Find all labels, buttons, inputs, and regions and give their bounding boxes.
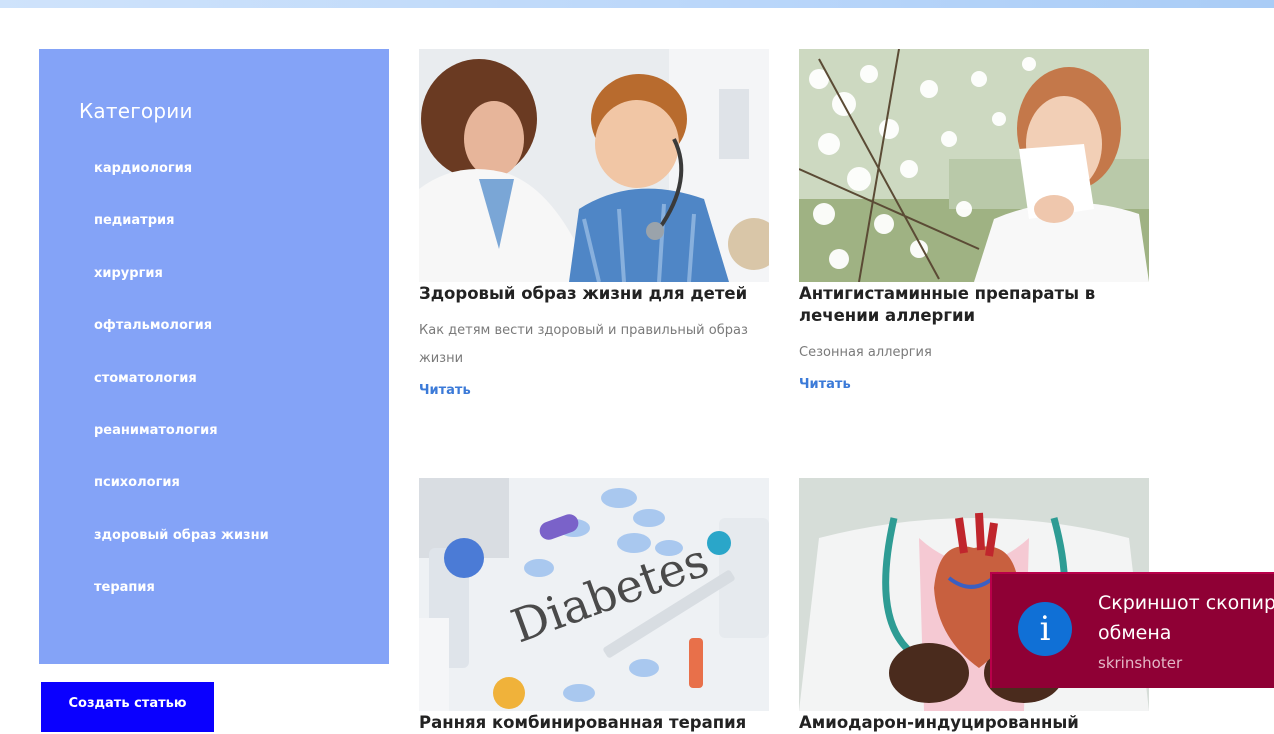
screenshot-toast[interactable]: i Скриншот скопир обмена skrinshoter xyxy=(990,572,1274,688)
article-title[interactable]: Ранняя комбинированная терапия xyxy=(419,712,769,734)
category-link[interactable]: стоматология xyxy=(94,370,269,422)
sidebar-title: Категории xyxy=(79,99,193,123)
toast-line-2: обмена xyxy=(1098,622,1172,644)
top-strip xyxy=(0,0,1274,8)
info-icon: i xyxy=(1018,602,1072,656)
category-link[interactable]: реаниматология xyxy=(94,422,269,474)
article-title[interactable]: Амиодарон-индуцированный xyxy=(799,712,1149,734)
category-link[interactable]: терапия xyxy=(94,579,269,631)
category-link[interactable]: здоровый образ жизни xyxy=(94,527,269,579)
toast-line-1: Скриншот скопир xyxy=(1098,592,1274,614)
article-description: Сезонная аллергия xyxy=(799,345,932,360)
category-link[interactable]: кардиология xyxy=(94,160,269,212)
diabetes-pills-photo[interactable]: Diabetes xyxy=(419,478,769,711)
doctor-with-child-photo[interactable] xyxy=(419,49,769,282)
category-list: кардиология педиатрия хирургия офтальмол… xyxy=(94,160,269,632)
woman-sneezing-blossom-photo[interactable] xyxy=(799,49,1149,282)
read-link[interactable]: Читать xyxy=(799,377,851,392)
read-link[interactable]: Читать xyxy=(419,383,471,398)
category-link[interactable]: педиатрия xyxy=(94,212,269,264)
toast-message: Скриншот скопир обмена xyxy=(1098,588,1274,648)
article-title[interactable]: Здоровый образ жизни для детей xyxy=(419,283,769,305)
article-card: Diabetes Ранняя комбинированная терапия xyxy=(419,478,769,734)
create-article-button[interactable]: Создать статью xyxy=(41,682,214,732)
category-link[interactable]: хирургия xyxy=(94,265,269,317)
toast-app-name: skrinshoter xyxy=(1098,654,1183,672)
categories-sidebar: Категории кардиология педиатрия хирургия… xyxy=(39,49,389,664)
article-card: Здоровый образ жизни для детей Как детям… xyxy=(419,49,769,398)
category-link[interactable]: психология xyxy=(94,474,269,526)
category-link[interactable]: офтальмология xyxy=(94,317,269,369)
article-card: Антигистаминные препараты в лечении алле… xyxy=(799,49,1149,392)
article-title[interactable]: Антигистаминные препараты в лечении алле… xyxy=(799,283,1149,327)
article-description: Как детям вести здоровый и правильный об… xyxy=(419,323,748,366)
